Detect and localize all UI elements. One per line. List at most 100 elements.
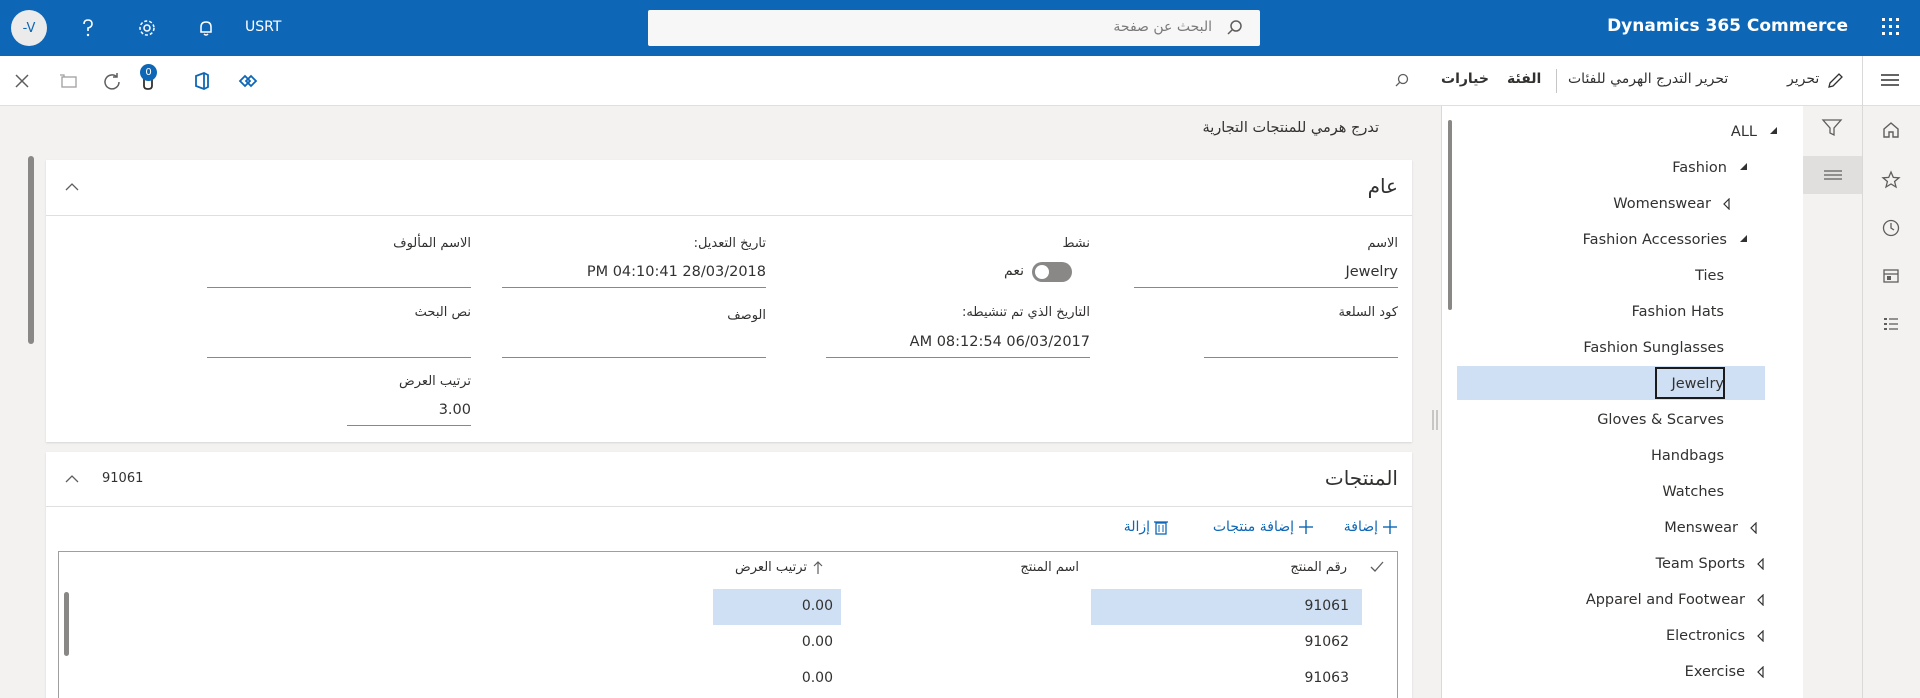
grid-scrollbar[interactable] [64,592,69,656]
display-order-cell[interactable]: 0.00 [802,634,833,650]
top-navigation-bar: -V USRT البحث عن صفحة Dynamics 365 Comme… [0,0,1920,56]
refresh-icon[interactable] [100,69,124,93]
settings-icon[interactable] [133,14,161,42]
sort-ascending-arrow-icon [813,561,823,575]
table-row[interactable]: 91061 0.00 [59,589,1397,625]
add-products-button[interactable]: إضافة منتجات [1213,519,1314,535]
tree-item[interactable]: Exercise [1458,658,1828,688]
add-button-label: إضافة [1343,519,1378,535]
friendly-name-field[interactable] [207,260,471,288]
tree-item[interactable]: Watches [1458,478,1828,508]
tree-item[interactable]: Fashion [1458,154,1828,184]
page-search-input[interactable]: البحث عن صفحة [648,10,1260,46]
tree-item[interactable]: Womenswear [1458,190,1828,220]
tree-item[interactable]: Jewelry [1458,370,1828,400]
active-value: نعم [1004,263,1024,279]
column-header-product-name[interactable]: اسم المنتج [1020,560,1079,575]
expanded-arrow-icon[interactable] [1739,234,1749,246]
display-order-cell[interactable]: 0.00 [802,598,833,614]
tree-item[interactable]: Gloves & Scarves [1458,406,1828,436]
products-fasttab: المنتجات 91061 إضافة إضافة منتجات إزالة … [46,452,1412,698]
tree-item-label: Menswear [1664,520,1738,536]
tree-item-label: ALL [1730,124,1757,140]
expanded-arrow-icon[interactable] [1739,162,1749,174]
activated-date-field: AM 08:12:54 06/03/2017 [826,330,1090,358]
collapsed-arrow-icon[interactable] [1757,630,1767,642]
item-code-label: كود السلعة [1338,305,1398,320]
description-field[interactable] [502,330,766,358]
active-toggle[interactable] [1032,262,1072,282]
product-number-cell[interactable]: 91061 [1304,598,1349,614]
hamburger-menu-icon[interactable] [1880,72,1900,88]
tree-scrollbar[interactable] [1448,120,1452,310]
workspaces-icon[interactable] [1881,266,1903,288]
collapsed-arrow-icon[interactable] [1723,198,1733,210]
tree-item[interactable]: Ties [1458,262,1828,292]
general-fasttab-header[interactable]: عام [46,160,1412,216]
activated-date-label: التاريخ الذي تم تنشيطه: [961,305,1090,320]
tree-item[interactable]: Team Sports [1458,550,1828,580]
chevron-up-icon[interactable] [64,474,80,484]
display-order-field[interactable]: 3.00 [347,398,471,426]
options-tab[interactable]: خيارات [1441,71,1489,87]
bell-icon[interactable] [192,14,220,42]
app-launcher-icon[interactable] [1880,16,1902,38]
item-code-field[interactable] [1204,330,1398,358]
tree-item[interactable]: Fashion Accessories [1458,226,1828,256]
add-button[interactable]: إضافة [1344,519,1398,535]
column-header-product-number[interactable]: رقم المنتج [1290,560,1347,575]
recent-clock-icon[interactable] [1881,218,1903,240]
product-brand[interactable]: Dynamics 365 Commerce [1607,16,1848,36]
chevron-up-icon[interactable] [64,182,80,192]
table-row[interactable]: 91062 0.00 [59,625,1397,661]
product-number-cell[interactable]: 91062 [1304,634,1349,650]
category-tab[interactable]: الفئة [1507,71,1541,87]
tree-item[interactable]: ALL [1458,118,1828,148]
search-text-field[interactable] [207,330,471,358]
tree-item[interactable]: Electronics [1458,622,1828,652]
tree-item-label: Fashion Hats [1631,304,1724,320]
favorites-star-icon[interactable] [1881,170,1903,192]
action-search-icon[interactable] [1390,69,1414,93]
close-icon[interactable] [10,69,34,93]
tree-item-label: Exercise [1684,664,1745,680]
pane-splitter-handle[interactable] [1432,410,1438,430]
tree-item[interactable]: Apparel and Footwear [1458,586,1828,616]
help-icon[interactable] [74,14,102,42]
expanded-arrow-icon[interactable] [1769,126,1779,138]
display-order-cell[interactable]: 0.00 [802,670,833,686]
home-icon[interactable] [1881,120,1903,142]
table-row[interactable]: 91063 0.00 [59,661,1397,697]
power-apps-icon[interactable] [236,69,260,93]
main-scrollbar[interactable] [28,156,34,344]
edit-hierarchy-button[interactable]: تحرير التدرج الهرمي للفئات [1568,71,1728,87]
open-new-window-icon[interactable] [56,69,80,93]
tree-item-label: Fashion Accessories [1582,232,1727,248]
collapsed-arrow-icon[interactable] [1757,594,1767,606]
column-header-display-order[interactable]: ترتيب العرض [735,560,807,575]
tree-item[interactable]: Fashion Sunglasses [1458,334,1828,364]
remove-button[interactable]: إزالة [1124,519,1168,535]
company-selector[interactable]: USRT [245,19,281,35]
display-order-label: ترتيب العرض [399,374,471,389]
office-icon[interactable] [190,69,214,93]
user-avatar[interactable]: -V [11,10,47,46]
select-all-checkmark-icon[interactable] [1369,560,1385,574]
tree-item-label: Ties [1695,268,1724,284]
collapsed-arrow-icon[interactable] [1757,558,1767,570]
tree-item[interactable]: Menswear [1458,514,1828,544]
name-field[interactable]: Jewelry [1134,260,1398,288]
general-fasttab: عام الاسم Jewelry كود السلعة نشط نعم الت… [46,160,1412,442]
action-pane: 0 خيارات الفئة تحرير التدرج الهرمي للفئا… [0,56,1920,106]
modules-list-icon[interactable] [1881,314,1903,336]
tree-item[interactable]: Fashion Hats [1458,298,1828,328]
products-fasttab-header[interactable]: المنتجات 91061 [46,452,1412,507]
edit-button[interactable]: تحرير [1787,71,1819,87]
collapsed-arrow-icon[interactable] [1750,522,1760,534]
product-number-cell[interactable]: 91063 [1304,670,1349,686]
tree-item-label: Team Sports [1655,556,1745,572]
page-title: تدرج هرمي للمنتجات التجارية [1202,120,1379,136]
tree-item[interactable]: Handbags [1458,442,1828,472]
collapsed-arrow-icon[interactable] [1757,666,1767,678]
general-fasttab-title: عام [1367,174,1398,198]
